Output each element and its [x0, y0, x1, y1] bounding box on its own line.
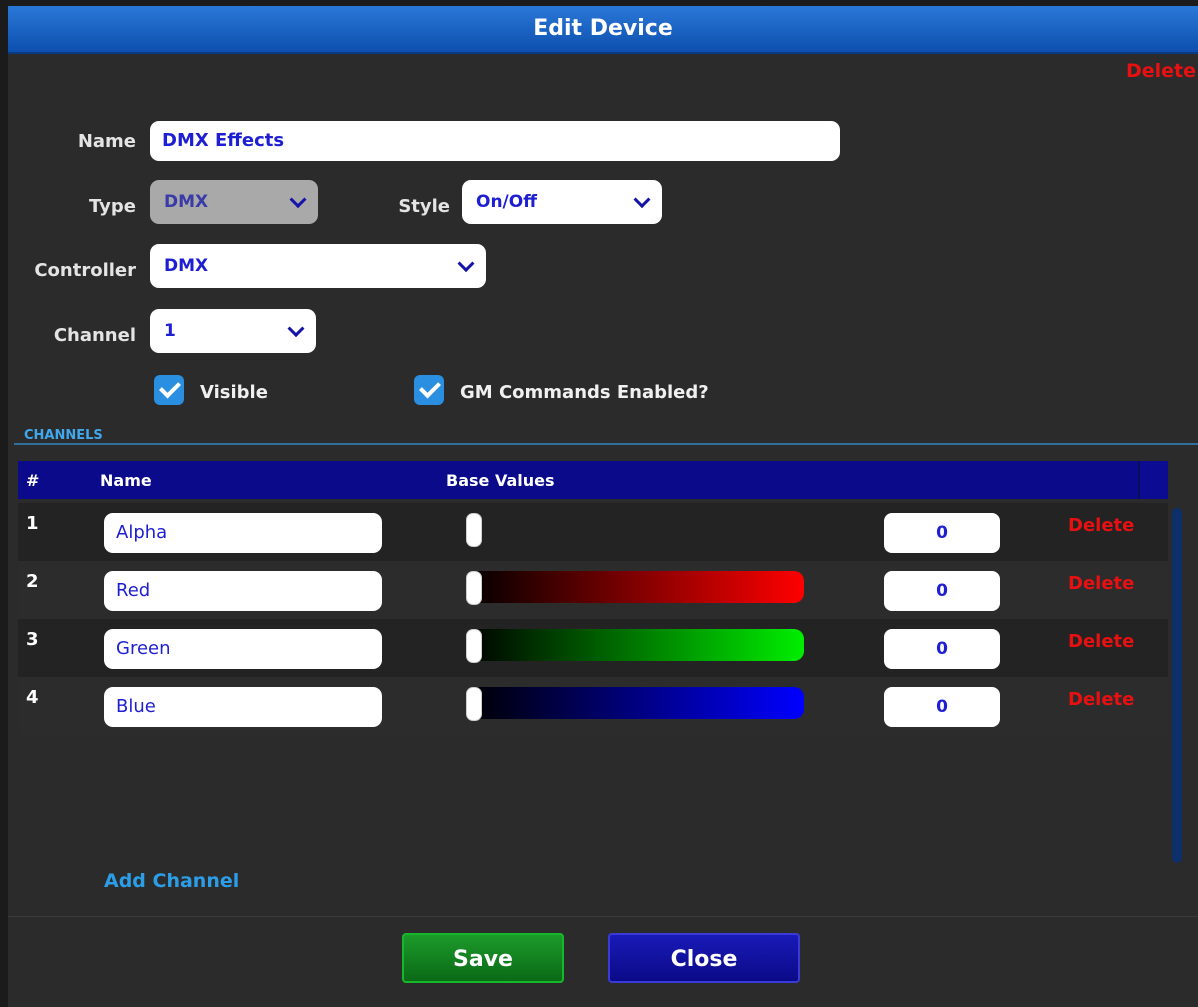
name-input[interactable]: DMX Effects — [150, 121, 840, 161]
row-number: 3 — [26, 629, 39, 650]
channel-name-input[interactable]: Alpha — [104, 513, 382, 553]
channel-name-input[interactable]: Blue — [104, 687, 382, 727]
type-label: Type — [89, 196, 136, 217]
header-base-values: Base Values — [446, 471, 555, 490]
style-select-value: On/Off — [476, 192, 537, 212]
row-number: 2 — [26, 571, 39, 592]
channel-slider[interactable] — [466, 629, 804, 663]
chevron-down-icon — [289, 191, 307, 209]
footer-divider — [8, 916, 1198, 917]
channel-slider[interactable] — [466, 571, 804, 605]
header-num: # — [26, 471, 40, 490]
delete-channel-button[interactable]: Delete — [1068, 515, 1134, 536]
chevron-down-icon — [633, 191, 651, 209]
table-row: 1 Alpha 0 Delete — [18, 503, 1168, 561]
style-select[interactable]: On/Off — [462, 180, 662, 224]
slider-thumb[interactable] — [466, 571, 482, 605]
gm-commands-checkbox[interactable] — [414, 375, 444, 405]
table-row: 2 Red 0 Delete — [18, 561, 1168, 619]
channels-table-header: # Name Base Values — [18, 461, 1168, 499]
edit-device-dialog: Edit Device Delete Name DMX Effects Type… — [8, 6, 1198, 1007]
slider-thumb[interactable] — [466, 513, 482, 547]
style-label: Style — [398, 196, 450, 217]
header-end-cell — [1138, 461, 1168, 499]
visible-label: Visible — [200, 382, 268, 403]
gm-commands-label: GM Commands Enabled? — [460, 382, 709, 403]
channel-name-input[interactable]: Red — [104, 571, 382, 611]
controller-select-value: DMX — [164, 256, 209, 276]
table-row: 3 Green 0 Delete — [18, 619, 1168, 677]
channel-slider[interactable] — [466, 687, 804, 721]
channel-value-input[interactable]: 0 — [884, 513, 1000, 553]
channel-select-value: 1 — [164, 321, 176, 341]
type-select: DMX — [150, 180, 318, 224]
delete-channel-button[interactable]: Delete — [1068, 573, 1134, 594]
channels-section-label: CHANNELS — [24, 428, 103, 443]
save-button[interactable]: Save — [402, 933, 564, 983]
channel-value-input[interactable]: 0 — [884, 571, 1000, 611]
controller-label: Controller — [34, 260, 136, 281]
channel-name-input[interactable]: Green — [104, 629, 382, 669]
delete-channel-button[interactable]: Delete — [1068, 631, 1134, 652]
channel-select[interactable]: 1 — [150, 309, 316, 353]
section-divider — [14, 443, 1198, 445]
slider-thumb[interactable] — [466, 629, 482, 663]
channel-value-input[interactable]: 0 — [884, 629, 1000, 669]
checkmark-icon — [159, 376, 181, 399]
chevron-down-icon — [287, 320, 305, 338]
chevron-down-icon — [457, 255, 475, 273]
add-channel-link[interactable]: Add Channel — [104, 870, 239, 892]
row-number: 1 — [26, 513, 39, 534]
close-button[interactable]: Close — [608, 933, 800, 983]
delete-device-button[interactable]: Delete — [1126, 60, 1196, 82]
visible-checkbox[interactable] — [154, 375, 184, 405]
channels-scrollbar[interactable] — [1172, 508, 1182, 863]
checkmark-icon — [419, 376, 441, 399]
type-select-value: DMX — [164, 192, 209, 212]
row-number: 4 — [26, 687, 39, 708]
dialog-title: Edit Device — [8, 6, 1198, 54]
controller-select[interactable]: DMX — [150, 244, 486, 288]
channel-value-input[interactable]: 0 — [884, 687, 1000, 727]
channel-label: Channel — [53, 325, 136, 346]
table-row: 4 Blue 0 Delete — [18, 677, 1168, 735]
slider-thumb[interactable] — [466, 687, 482, 721]
name-label: Name — [77, 131, 136, 152]
delete-channel-button[interactable]: Delete — [1068, 689, 1134, 710]
header-name: Name — [100, 471, 152, 490]
channel-slider[interactable] — [466, 513, 804, 547]
